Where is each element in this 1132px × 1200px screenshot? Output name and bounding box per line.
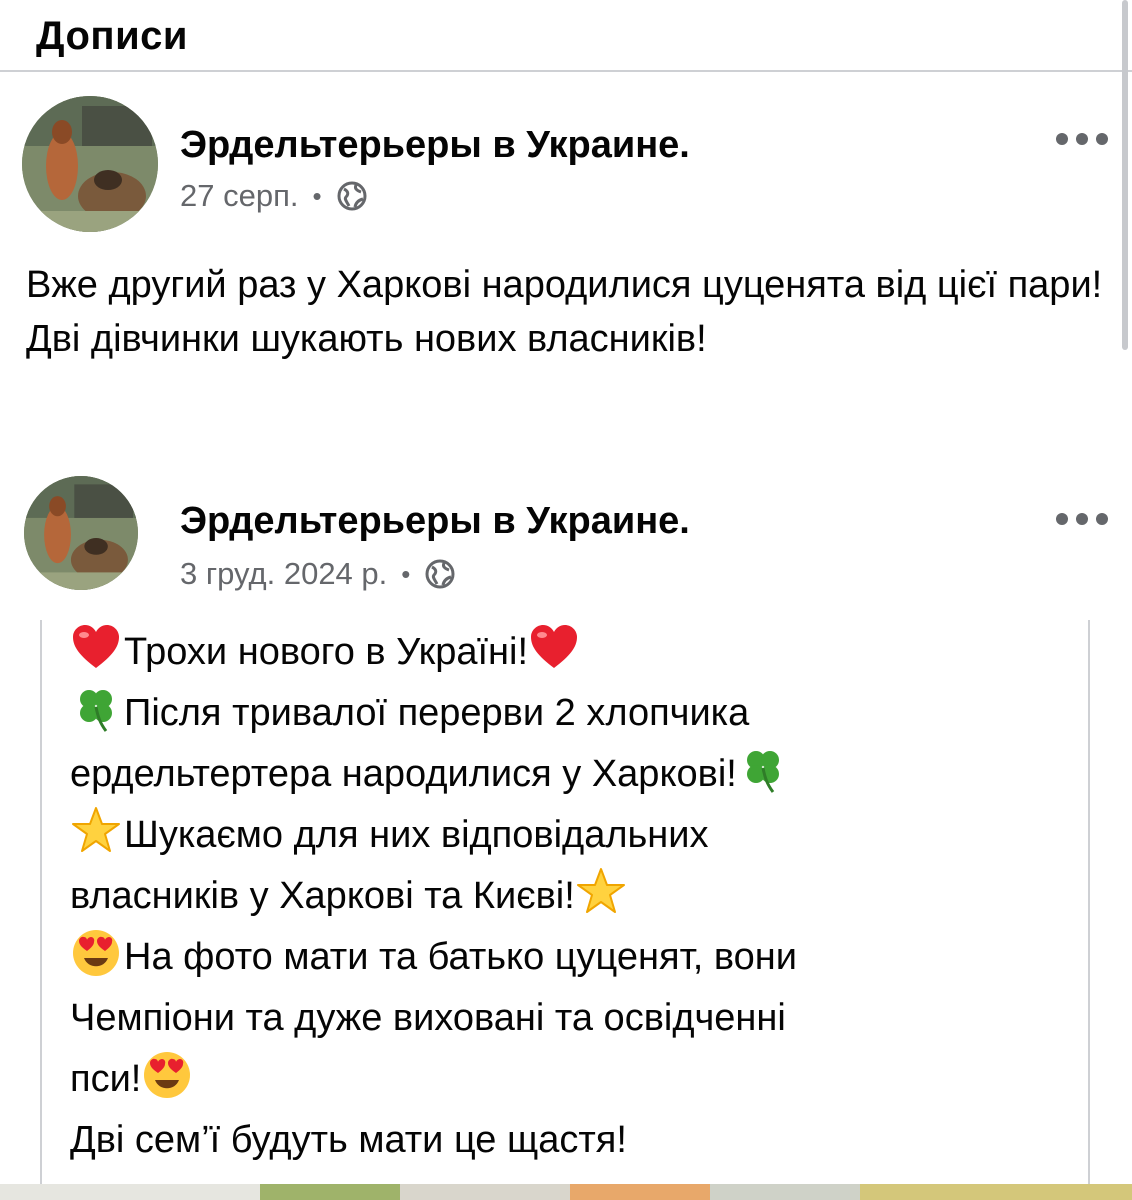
text-line: власників у Харкові та Києві! bbox=[70, 866, 1080, 927]
avatar[interactable] bbox=[22, 96, 158, 232]
star-icon bbox=[72, 807, 120, 852]
text-line: Шукаємо для них відповідальних bbox=[70, 805, 1080, 866]
text-line: На фото мати та батько цуценят, вони bbox=[70, 927, 1080, 988]
more-horizontal-icon[interactable] bbox=[1056, 133, 1108, 147]
meta-separator: • bbox=[401, 558, 411, 589]
post-meta: 3 груд. 2024 р. • bbox=[180, 556, 456, 592]
post-meta: 27 серп. • bbox=[180, 178, 368, 214]
text-line: Трохи нового в Україні! bbox=[70, 622, 1080, 683]
star-icon bbox=[576, 868, 625, 913]
meta-separator: • bbox=[312, 180, 322, 211]
globe-icon[interactable] bbox=[336, 180, 368, 212]
post-text: Вже другий раз у Харкові народилися цуце… bbox=[26, 264, 1103, 360]
shared-post-text: Трохи нового в Україні! Після тривалої п… bbox=[70, 622, 1080, 1171]
heart-eyes-icon bbox=[73, 930, 119, 976]
heart-icon bbox=[73, 625, 119, 668]
post-author[interactable]: Эрдельтерьеры в Украине. bbox=[180, 500, 690, 543]
four-leaf-clover-icon bbox=[80, 690, 112, 732]
shared-post-box[interactable]: Трохи нового в Україні! Після тривалої п… bbox=[40, 620, 1090, 1200]
post-author[interactable]: Эрдельтерьеры в Украине. bbox=[180, 124, 690, 167]
post-date[interactable]: 27 серп. bbox=[180, 178, 298, 214]
section-header: Дописи bbox=[0, 0, 1132, 72]
text-line: пси! bbox=[70, 1049, 1080, 1110]
photo-strip[interactable] bbox=[0, 1184, 1132, 1200]
heart-eyes-icon bbox=[144, 1052, 191, 1098]
post-date[interactable]: 3 груд. 2024 р. bbox=[180, 556, 387, 592]
globe-icon[interactable] bbox=[424, 558, 456, 590]
section-title: Дописи bbox=[36, 14, 189, 58]
text-line: ердельтертера народилися у Харкові! bbox=[70, 744, 1080, 805]
more-horizontal-icon[interactable] bbox=[1056, 513, 1108, 527]
text-line: Після тривалої перерви 2 хлопчика bbox=[70, 683, 1080, 744]
scrollbar[interactable] bbox=[1122, 0, 1128, 350]
text-line: Дві сем’ї будуть мати це щастя! bbox=[70, 1119, 627, 1161]
avatar[interactable] bbox=[24, 476, 138, 590]
text-line: Чемпіони та дуже виховані та освідченні bbox=[70, 997, 786, 1039]
heart-icon bbox=[531, 625, 578, 668]
four-leaf-clover-icon bbox=[746, 751, 779, 793]
